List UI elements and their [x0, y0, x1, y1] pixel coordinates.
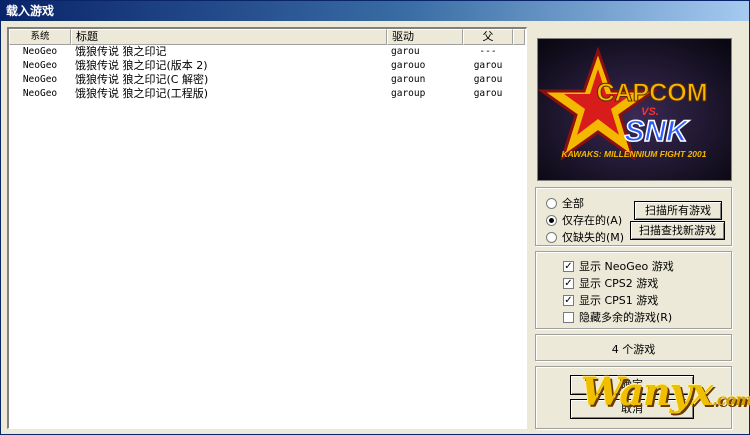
- checkbox-neogeo-box[interactable]: ✓: [563, 260, 574, 272]
- load-game-dialog: 载入游戏 系统 标题 驱动 父 NeoGeo 饿狼传说 狼之印记 garou -…: [0, 0, 750, 435]
- radio-missing-control[interactable]: [546, 231, 557, 243]
- cell-title: 饿狼传说 狼之印记(版本 2): [75, 59, 208, 72]
- radio-missing-label: 仅缺失的(M): [562, 231, 625, 244]
- checkbox-hide-clones-label: 隐藏多余的游戏(R): [579, 311, 673, 324]
- checkbox-cps2[interactable]: ✓ 显示 CPS2 游戏: [563, 275, 658, 291]
- game-list[interactable]: 系统 标题 驱动 父 NeoGeo 饿狼传说 狼之印记 garou --- Ne…: [7, 27, 527, 429]
- checkbox-cps2-label: 显示 CPS2 游戏: [579, 277, 659, 290]
- cell-system: NeoGeo: [22, 88, 58, 99]
- scan-all-games-button[interactable]: 扫描所有游戏: [634, 201, 722, 220]
- game-preview-image: CAPCOM VS. SNK KAWAKS: MILLENNIUM FIGHT …: [537, 38, 732, 181]
- radio-all[interactable]: 全部: [546, 195, 584, 211]
- radio-all-label: 全部: [562, 197, 584, 210]
- game-count-group: 4 个游戏: [535, 334, 732, 361]
- column-header-title[interactable]: 标题: [71, 29, 387, 45]
- cell-parent: garou: [473, 60, 503, 71]
- cell-driver: garouo: [391, 60, 426, 71]
- list-rows: NeoGeo 饿狼传说 狼之印记 garou --- NeoGeo 饿狼传说 狼…: [9, 45, 525, 101]
- radio-all-control[interactable]: [546, 197, 557, 209]
- checkbox-cps1-label: 显示 CPS1 游戏: [579, 294, 659, 307]
- checkbox-hide-clones-box[interactable]: [563, 311, 574, 323]
- cancel-button[interactable]: 取消: [570, 399, 694, 419]
- filter-group: 全部 仅存在的(A) 仅缺失的(M) 扫描所有游戏 扫描查找新游戏: [535, 187, 732, 246]
- cell-system: NeoGeo: [22, 46, 58, 57]
- cell-system: NeoGeo: [22, 74, 58, 85]
- ok-button[interactable]: 确定: [570, 375, 694, 395]
- radio-available-label: 仅存在的(A): [562, 214, 623, 227]
- cell-parent: garou: [473, 74, 503, 85]
- cell-title: 饿狼传说 狼之印记(工程版): [75, 87, 209, 100]
- list-header: 系统 标题 驱动 父: [9, 29, 525, 45]
- action-button-group: 确定 取消: [535, 366, 732, 429]
- column-header-driver[interactable]: 驱动: [387, 29, 463, 45]
- cell-driver: garoup: [391, 88, 426, 99]
- cell-driver: garou: [391, 46, 420, 57]
- logo-subtitle-text: KAWAKS: MILLENNIUM FIGHT 2001: [562, 149, 707, 159]
- radio-missing[interactable]: 仅缺失的(M): [546, 229, 624, 245]
- radio-available[interactable]: 仅存在的(A): [546, 212, 622, 228]
- checkbox-hide-clones[interactable]: 隐藏多余的游戏(R): [563, 309, 672, 325]
- window-title: 载入游戏: [1, 1, 749, 21]
- cell-system: NeoGeo: [22, 60, 58, 71]
- column-header-system[interactable]: 系统: [9, 29, 71, 45]
- table-row[interactable]: NeoGeo 饿狼传说 狼之印记(工程版) garoup garou: [9, 87, 525, 101]
- capcom-vs-snk-logo: CAPCOM VS. SNK KAWAKS: MILLENNIUM FIGHT …: [538, 39, 731, 180]
- logo-snk-text: SNK: [624, 115, 690, 148]
- cell-parent: ---: [479, 46, 497, 57]
- checkbox-neogeo[interactable]: ✓ 显示 NeoGeo 游戏: [563, 258, 674, 274]
- cell-parent: garou: [473, 88, 503, 99]
- checkbox-cps1[interactable]: ✓ 显示 CPS1 游戏: [563, 292, 658, 308]
- column-header-spacer: [513, 29, 525, 45]
- system-filter-group: ✓ 显示 NeoGeo 游戏 ✓ 显示 CPS2 游戏 ✓ 显示 CPS1 游戏…: [535, 251, 732, 329]
- checkbox-neogeo-label: 显示 NeoGeo 游戏: [579, 260, 674, 273]
- table-row[interactable]: NeoGeo 饿狼传说 狼之印记(版本 2) garouo garou: [9, 59, 525, 73]
- radio-available-control[interactable]: [546, 214, 557, 226]
- column-header-parent[interactable]: 父: [463, 29, 513, 45]
- cell-title: 饿狼传说 狼之印记: [75, 45, 167, 58]
- checkbox-cps1-box[interactable]: ✓: [563, 294, 574, 306]
- game-count-label: 4 个游戏: [611, 343, 656, 356]
- cell-driver: garoun: [391, 74, 426, 85]
- table-row[interactable]: NeoGeo 饿狼传说 狼之印记 garou ---: [9, 45, 525, 59]
- logo-capcom-text: CAPCOM: [596, 79, 707, 107]
- cell-title: 饿狼传说 狼之印记(C 解密): [75, 73, 209, 86]
- checkbox-cps2-box[interactable]: ✓: [563, 277, 574, 289]
- scan-new-games-button[interactable]: 扫描查找新游戏: [630, 221, 725, 240]
- table-row[interactable]: NeoGeo 饿狼传说 狼之印记(C 解密) garoun garou: [9, 73, 525, 87]
